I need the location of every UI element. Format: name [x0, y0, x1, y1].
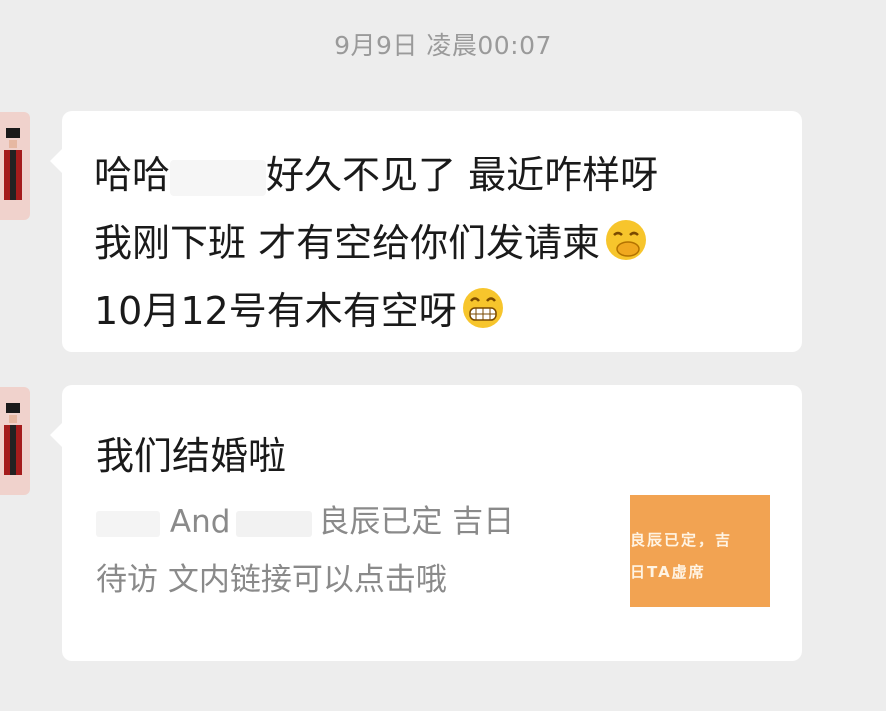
message-text-segment: 哈哈 — [94, 153, 171, 197]
message-text-segment: 好久不见了 最近咋样呀 — [266, 153, 659, 197]
redacted-name — [236, 510, 313, 537]
avatar[interactable] — [0, 112, 30, 220]
redacted-name — [96, 510, 160, 537]
message-timestamp: 9月9日 凌晨00:07 — [334, 31, 552, 60]
message-text-segment: 10月12号有木有空呀 — [94, 289, 457, 333]
redacted-name — [170, 159, 267, 196]
thumbnail-text: 日TA虚席 — [630, 563, 706, 581]
avatar[interactable] — [0, 387, 30, 495]
link-card-desc-line: 待访 文内链接可以点击哦 — [96, 562, 447, 598]
message-line: 10月12号有木有空呀 — [94, 277, 658, 345]
bubble-tail — [50, 423, 62, 447]
thumbnail-text: 良辰已定，吉 — [630, 531, 733, 549]
link-card-description: And 良辰已定 吉日 待访 文内链接可以点击哦 — [96, 493, 514, 609]
bubble-tail — [50, 149, 62, 173]
avatar-figure-icon — [4, 403, 22, 475]
link-card-thumbnail: 良辰已定，吉 日TA虚席 — [630, 495, 770, 607]
message-line: 哈哈 好久不见了 最近咋样呀 — [94, 141, 658, 209]
link-card-desc-segment: And — [169, 504, 231, 540]
grin-emoji-icon — [462, 288, 503, 328]
covering-mouth-laugh-emoji-icon — [606, 220, 647, 260]
message-bubble[interactable]: 哈哈 好久不见了 最近咋样呀 我刚下班 才有空给你们发请柬 10月12号有木有空呀 — [50, 111, 802, 352]
message-text: 哈哈 好久不见了 最近咋样呀 我刚下班 才有空给你们发请柬 10月12号有木有空呀 — [94, 141, 658, 345]
link-card[interactable]: 我们结婚啦 And 良辰已定 吉日 待访 文内链接可以点击哦 良辰已定，吉 日TA… — [50, 385, 802, 661]
avatar-figure-icon — [4, 128, 22, 200]
link-card-desc-segment: 良辰已定 吉日 — [318, 504, 515, 540]
message-text-segment: 我刚下班 才有空给你们发请柬 — [94, 221, 601, 265]
link-card-desc-line: And 良辰已定 吉日 — [96, 493, 514, 551]
message-line: 我刚下班 才有空给你们发请柬 — [94, 209, 658, 277]
link-card-title: 我们结婚啦 — [96, 434, 287, 478]
